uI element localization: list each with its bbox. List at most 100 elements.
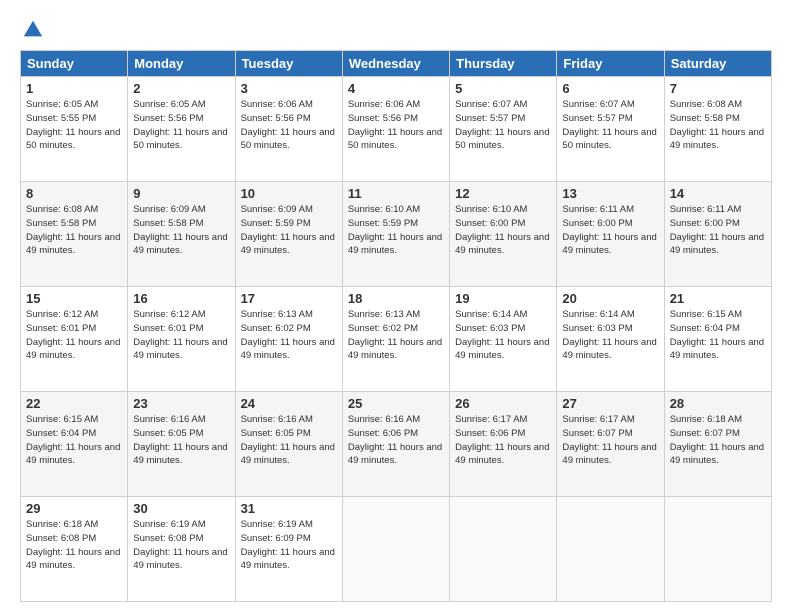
page: SundayMondayTuesdayWednesdayThursdayFrid… (0, 0, 792, 612)
calendar-table: SundayMondayTuesdayWednesdayThursdayFrid… (20, 50, 772, 602)
day-number: 3 (241, 81, 337, 96)
day-info: Sunrise: 6:11 AMSunset: 6:00 PMDaylight:… (562, 203, 658, 258)
day-number: 26 (455, 396, 551, 411)
day-info: Sunrise: 6:18 AMSunset: 6:07 PMDaylight:… (670, 413, 766, 468)
day-number: 31 (241, 501, 337, 516)
day-number: 25 (348, 396, 444, 411)
calendar-cell: 12 Sunrise: 6:10 AMSunset: 6:00 PMDayligh… (450, 182, 557, 287)
day-number: 21 (670, 291, 766, 306)
day-info: Sunrise: 6:06 AMSunset: 5:56 PMDaylight:… (348, 98, 444, 153)
day-number: 14 (670, 186, 766, 201)
calendar-cell: 17 Sunrise: 6:13 AMSunset: 6:02 PMDayligh… (235, 287, 342, 392)
calendar-cell: 31 Sunrise: 6:19 AMSunset: 6:09 PMDayligh… (235, 497, 342, 602)
day-info: Sunrise: 6:15 AMSunset: 6:04 PMDaylight:… (670, 308, 766, 363)
calendar-cell: 4 Sunrise: 6:06 AMSunset: 5:56 PMDaylight… (342, 77, 449, 182)
day-number: 12 (455, 186, 551, 201)
calendar-cell: 3 Sunrise: 6:06 AMSunset: 5:56 PMDaylight… (235, 77, 342, 182)
calendar-cell: 1 Sunrise: 6:05 AMSunset: 5:55 PMDaylight… (21, 77, 128, 182)
day-number: 30 (133, 501, 229, 516)
calendar-cell (664, 497, 771, 602)
calendar-cell: 18Sunrise: 6:13 AMSunset: 6:02 PMDayligh… (342, 287, 449, 392)
day-info: Sunrise: 6:05 AMSunset: 5:56 PMDaylight:… (133, 98, 229, 153)
calendar-cell: 10Sunrise: 6:09 AMSunset: 5:59 PMDayligh… (235, 182, 342, 287)
day-info: Sunrise: 6:08 AMSunset: 5:58 PMDaylight:… (670, 98, 766, 153)
calendar-cell: 14 Sunrise: 6:11 AMSunset: 6:00 PMDayligh… (664, 182, 771, 287)
day-info: Sunrise: 6:07 AMSunset: 5:57 PMDaylight:… (562, 98, 658, 153)
day-header-thursday: Thursday (450, 51, 557, 77)
calendar-cell: 29 Sunrise: 6:18 AMSunset: 6:08 PMDayligh… (21, 497, 128, 602)
calendar-cell: 6 Sunrise: 6:07 AMSunset: 5:57 PMDaylight… (557, 77, 664, 182)
calendar-cell (557, 497, 664, 602)
calendar-cell: 13Sunrise: 6:11 AMSunset: 6:00 PMDayligh… (557, 182, 664, 287)
header (20, 18, 772, 40)
day-number: 4 (348, 81, 444, 96)
logo-icon (22, 18, 44, 40)
day-info: Sunrise: 6:16 AMSunset: 6:05 PMDaylight:… (133, 413, 229, 468)
day-info: Sunrise: 6:17 AMSunset: 6:06 PMDaylight:… (455, 413, 551, 468)
calendar-cell: 30 Sunrise: 6:19 AMSunset: 6:08 PMDayligh… (128, 497, 235, 602)
day-header-monday: Monday (128, 51, 235, 77)
calendar-cell: 19Sunrise: 6:14 AMSunset: 6:03 PMDayligh… (450, 287, 557, 392)
day-info: Sunrise: 6:19 AMSunset: 6:08 PMDaylight:… (133, 518, 229, 573)
calendar-cell: 23 Sunrise: 6:16 AMSunset: 6:05 PMDayligh… (128, 392, 235, 497)
day-info: Sunrise: 6:12 AMSunset: 6:01 PMDaylight:… (26, 308, 122, 363)
day-number: 8 (26, 186, 122, 201)
day-info: Sunrise: 6:05 AMSunset: 5:55 PMDaylight:… (26, 98, 122, 153)
day-info: Sunrise: 6:13 AMSunset: 6:02 PMDaylight:… (241, 308, 337, 363)
day-number: 10 (241, 186, 337, 201)
calendar-cell (450, 497, 557, 602)
calendar-cell: 27 Sunrise: 6:17 AMSunset: 6:07 PMDayligh… (557, 392, 664, 497)
day-number: 6 (562, 81, 658, 96)
day-number: 7 (670, 81, 766, 96)
day-info: Sunrise: 6:10 AMSunset: 6:00 PMDaylight:… (455, 203, 551, 258)
calendar-cell (342, 497, 449, 602)
calendar-cell: 21 Sunrise: 6:15 AMSunset: 6:04 PMDayligh… (664, 287, 771, 392)
calendar-cell: 2 Sunrise: 6:05 AMSunset: 5:56 PMDaylight… (128, 77, 235, 182)
day-header-sunday: Sunday (21, 51, 128, 77)
day-info: Sunrise: 6:13 AMSunset: 6:02 PMDaylight:… (348, 308, 444, 363)
day-number: 15 (26, 291, 122, 306)
day-number: 2 (133, 81, 229, 96)
day-info: Sunrise: 6:18 AMSunset: 6:08 PMDaylight:… (26, 518, 122, 573)
calendar-cell: 11Sunrise: 6:10 AMSunset: 5:59 PMDayligh… (342, 182, 449, 287)
day-info: Sunrise: 6:16 AMSunset: 6:05 PMDaylight:… (241, 413, 337, 468)
day-info: Sunrise: 6:07 AMSunset: 5:57 PMDaylight:… (455, 98, 551, 153)
calendar-cell: 25 Sunrise: 6:16 AMSunset: 6:06 PMDayligh… (342, 392, 449, 497)
logo-text (20, 18, 44, 40)
day-number: 22 (26, 396, 122, 411)
day-info: Sunrise: 6:06 AMSunset: 5:56 PMDaylight:… (241, 98, 337, 153)
calendar-cell: 16Sunrise: 6:12 AMSunset: 6:01 PMDayligh… (128, 287, 235, 392)
day-number: 29 (26, 501, 122, 516)
calendar-cell: 8 Sunrise: 6:08 AMSunset: 5:58 PMDaylight… (21, 182, 128, 287)
day-number: 17 (241, 291, 337, 306)
day-number: 16 (133, 291, 229, 306)
day-info: Sunrise: 6:14 AMSunset: 6:03 PMDaylight:… (562, 308, 658, 363)
day-info: Sunrise: 6:16 AMSunset: 6:06 PMDaylight:… (348, 413, 444, 468)
day-info: Sunrise: 6:17 AMSunset: 6:07 PMDaylight:… (562, 413, 658, 468)
day-info: Sunrise: 6:08 AMSunset: 5:58 PMDaylight:… (26, 203, 122, 258)
calendar-cell: 28Sunrise: 6:18 AMSunset: 6:07 PMDayligh… (664, 392, 771, 497)
day-number: 11 (348, 186, 444, 201)
day-number: 20 (562, 291, 658, 306)
day-number: 27 (562, 396, 658, 411)
day-info: Sunrise: 6:11 AMSunset: 6:00 PMDaylight:… (670, 203, 766, 258)
calendar-cell: 7 Sunrise: 6:08 AMSunset: 5:58 PMDaylight… (664, 77, 771, 182)
day-header-friday: Friday (557, 51, 664, 77)
calendar-cell: 9 Sunrise: 6:09 AMSunset: 5:58 PMDaylight… (128, 182, 235, 287)
calendar-cell: 15 Sunrise: 6:12 AMSunset: 6:01 PMDayligh… (21, 287, 128, 392)
day-info: Sunrise: 6:09 AMSunset: 5:58 PMDaylight:… (133, 203, 229, 258)
day-number: 23 (133, 396, 229, 411)
day-number: 24 (241, 396, 337, 411)
logo (20, 18, 44, 40)
calendar-cell: 5 Sunrise: 6:07 AMSunset: 5:57 PMDaylight… (450, 77, 557, 182)
calendar-cell: 26 Sunrise: 6:17 AMSunset: 6:06 PMDayligh… (450, 392, 557, 497)
day-number: 1 (26, 81, 122, 96)
day-number: 5 (455, 81, 551, 96)
day-number: 19 (455, 291, 551, 306)
calendar-cell: 22Sunrise: 6:15 AMSunset: 6:04 PMDayligh… (21, 392, 128, 497)
day-info: Sunrise: 6:19 AMSunset: 6:09 PMDaylight:… (241, 518, 337, 573)
day-header-saturday: Saturday (664, 51, 771, 77)
calendar-cell: 20 Sunrise: 6:14 AMSunset: 6:03 PMDayligh… (557, 287, 664, 392)
day-header-wednesday: Wednesday (342, 51, 449, 77)
day-number: 9 (133, 186, 229, 201)
